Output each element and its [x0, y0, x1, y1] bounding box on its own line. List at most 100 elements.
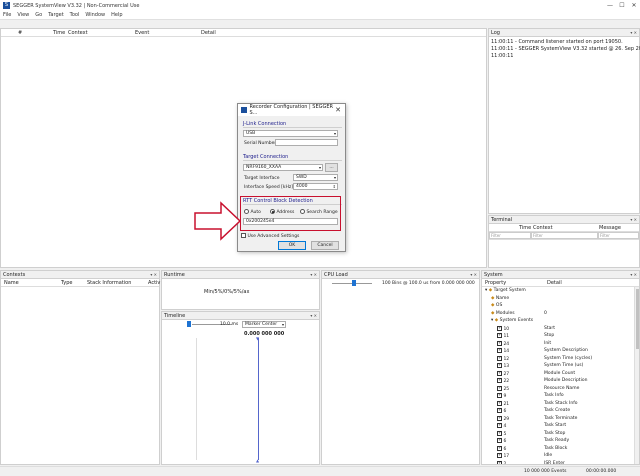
device-value: NRF9160_XXAA — [246, 165, 282, 170]
event-checkbox-icon[interactable] — [497, 332, 502, 338]
system-tree-row[interactable]: 2 ISR Enter — [482, 460, 632, 464]
col-detail[interactable]: Detail — [201, 30, 216, 36]
col-stack-info[interactable]: Stack Information — [87, 280, 131, 286]
event-checkbox-icon[interactable] — [497, 415, 502, 421]
system-row-detail: Module Description — [544, 378, 588, 383]
event-checkbox-icon[interactable] — [497, 392, 502, 398]
menu-help[interactable]: Help — [111, 12, 122, 18]
interface-select[interactable]: SWD ▾ — [293, 174, 338, 181]
event-checkbox-icon[interactable] — [497, 362, 502, 368]
events-column-header: # Time Context Event Detail — [1, 29, 486, 37]
timeline-cursor[interactable] — [258, 338, 259, 460]
terminal-column-header: Time Context Message — [489, 224, 639, 232]
system-row-detail: System Description — [544, 348, 588, 353]
panel-pin-icon[interactable]: ▾ ✕ — [470, 272, 477, 277]
menu-view[interactable]: View — [17, 12, 29, 18]
close-button[interactable]: ✕ — [628, 2, 640, 9]
event-checkbox-icon[interactable] — [497, 460, 502, 464]
ok-button[interactable]: OK — [278, 241, 306, 250]
marker-mode-select[interactable]: Marker Center ▾ — [242, 321, 286, 328]
dialog-title: Recorder Configuration | SEGGER S... — [249, 104, 333, 116]
menu-target[interactable]: Target — [48, 12, 63, 18]
col-type[interactable]: Type — [61, 280, 72, 286]
serial-label: Serial Number — [244, 141, 277, 146]
col-time[interactable]: Time — [53, 30, 65, 36]
filter-time-input[interactable]: Filter — [489, 232, 531, 239]
status-events: 10 000 000 Events — [524, 469, 567, 474]
advanced-settings-checkbox[interactable]: Use Advanced Settings — [241, 233, 299, 239]
event-checkbox-icon[interactable] — [497, 400, 502, 406]
browse-device-button[interactable]: ... — [325, 163, 338, 172]
panel-pin-icon[interactable]: ▾ ✕ — [630, 217, 637, 222]
event-checkbox-icon[interactable] — [497, 445, 502, 451]
spinner-icon[interactable]: ⇕ — [333, 184, 336, 190]
connection-type-select[interactable]: USB ▾ — [243, 130, 338, 137]
panel-pin-icon[interactable]: ▾ ✕ — [310, 313, 317, 318]
maximize-button[interactable]: ☐ — [616, 2, 628, 9]
log-line: 11:00:11 — [491, 53, 514, 59]
system-scrollbar-thumb[interactable] — [636, 289, 639, 349]
system-row-property: ◆ OS — [491, 303, 502, 308]
serial-number-input[interactable] — [275, 139, 338, 146]
event-checkbox-icon[interactable] — [497, 355, 502, 361]
zoom-slider-thumb[interactable] — [187, 321, 191, 327]
event-checkbox-icon[interactable] — [497, 340, 502, 346]
col-detail[interactable]: Detail — [547, 280, 562, 286]
event-checkbox-icon[interactable] — [497, 347, 502, 353]
system-row-detail: Idle — [544, 453, 553, 458]
system-row-detail: Stop — [544, 333, 555, 338]
system-row-property: 22 — [497, 377, 509, 384]
system-scrollbar[interactable] — [634, 287, 639, 464]
system-row-property-text: Target System — [493, 288, 526, 293]
cursor-marker-icon: ▲ — [256, 458, 260, 463]
menu-file[interactable]: File — [3, 12, 11, 18]
event-checkbox-icon[interactable] — [497, 407, 502, 413]
event-checkbox-icon[interactable] — [497, 385, 502, 391]
speed-input[interactable]: 4000 ⇕ — [293, 183, 338, 190]
event-checkbox-icon[interactable] — [497, 370, 502, 376]
speed-value: 4000 — [296, 184, 308, 189]
bins-slider-thumb[interactable] — [352, 280, 356, 286]
system-row-property: 2 — [497, 460, 506, 464]
dialog-app-icon — [241, 107, 247, 113]
col-number[interactable]: # — [18, 30, 22, 36]
event-checkbox-icon[interactable] — [497, 422, 502, 428]
col-active[interactable]: Activ — [148, 280, 160, 286]
event-checkbox-icon[interactable] — [497, 452, 502, 458]
system-row-property-text: 21 — [503, 401, 510, 407]
panel-pin-icon[interactable]: ▾ ✕ — [310, 272, 317, 277]
system-row-property-text: System Events — [499, 318, 534, 323]
dialog-close-icon[interactable]: ✕ — [335, 106, 341, 114]
terminal-panel-header: Terminal ▾ ✕ — [489, 216, 639, 224]
menu-go[interactable]: Go — [35, 12, 42, 18]
col-context[interactable]: Context — [533, 225, 553, 231]
device-select[interactable]: NRF9160_XXAA ▾ — [243, 164, 323, 171]
event-checkbox-icon[interactable] — [497, 377, 502, 383]
runtime-readout: Min/5%/0%/5%/ax — [204, 289, 250, 295]
filter-message-input[interactable]: Filter — [598, 232, 639, 239]
col-property[interactable]: Property — [485, 280, 506, 286]
menu-window[interactable]: Window — [85, 12, 105, 18]
speed-label: Interface Speed [kHz] — [244, 185, 293, 190]
menu-tool[interactable]: Tool — [70, 12, 80, 18]
event-checkbox-icon[interactable] — [497, 430, 502, 436]
col-context[interactable]: Context — [68, 30, 88, 36]
runtime-panel: Runtime ▾ ✕ Min/5%/0%/5%/ax — [161, 270, 320, 310]
event-checkbox-icon[interactable] — [497, 325, 502, 331]
event-checkbox-icon[interactable] — [497, 437, 502, 443]
system-panel: System ▾ ✕ Property Detail ▾ ◆ Target Sy… — [481, 270, 640, 465]
col-message[interactable]: Message — [599, 225, 621, 231]
filter-context-input[interactable]: Filter — [531, 232, 598, 239]
system-row-property: 17 — [497, 452, 509, 459]
cancel-button[interactable]: Cancel — [311, 241, 339, 250]
col-time[interactable]: Time — [519, 225, 531, 231]
minimize-button[interactable]: — — [604, 2, 616, 9]
system-row-property: 25 — [497, 385, 509, 392]
system-row-property: 6 — [497, 445, 506, 452]
interface-label: Target Interface — [244, 176, 280, 181]
col-name[interactable]: Name — [4, 280, 19, 286]
panel-pin-icon[interactable]: ▾ ✕ — [630, 30, 637, 35]
panel-pin-icon[interactable]: ▾ ✕ — [630, 272, 637, 277]
col-event[interactable]: Event — [135, 30, 149, 36]
panel-pin-icon[interactable]: ▾ ✕ — [150, 272, 157, 277]
